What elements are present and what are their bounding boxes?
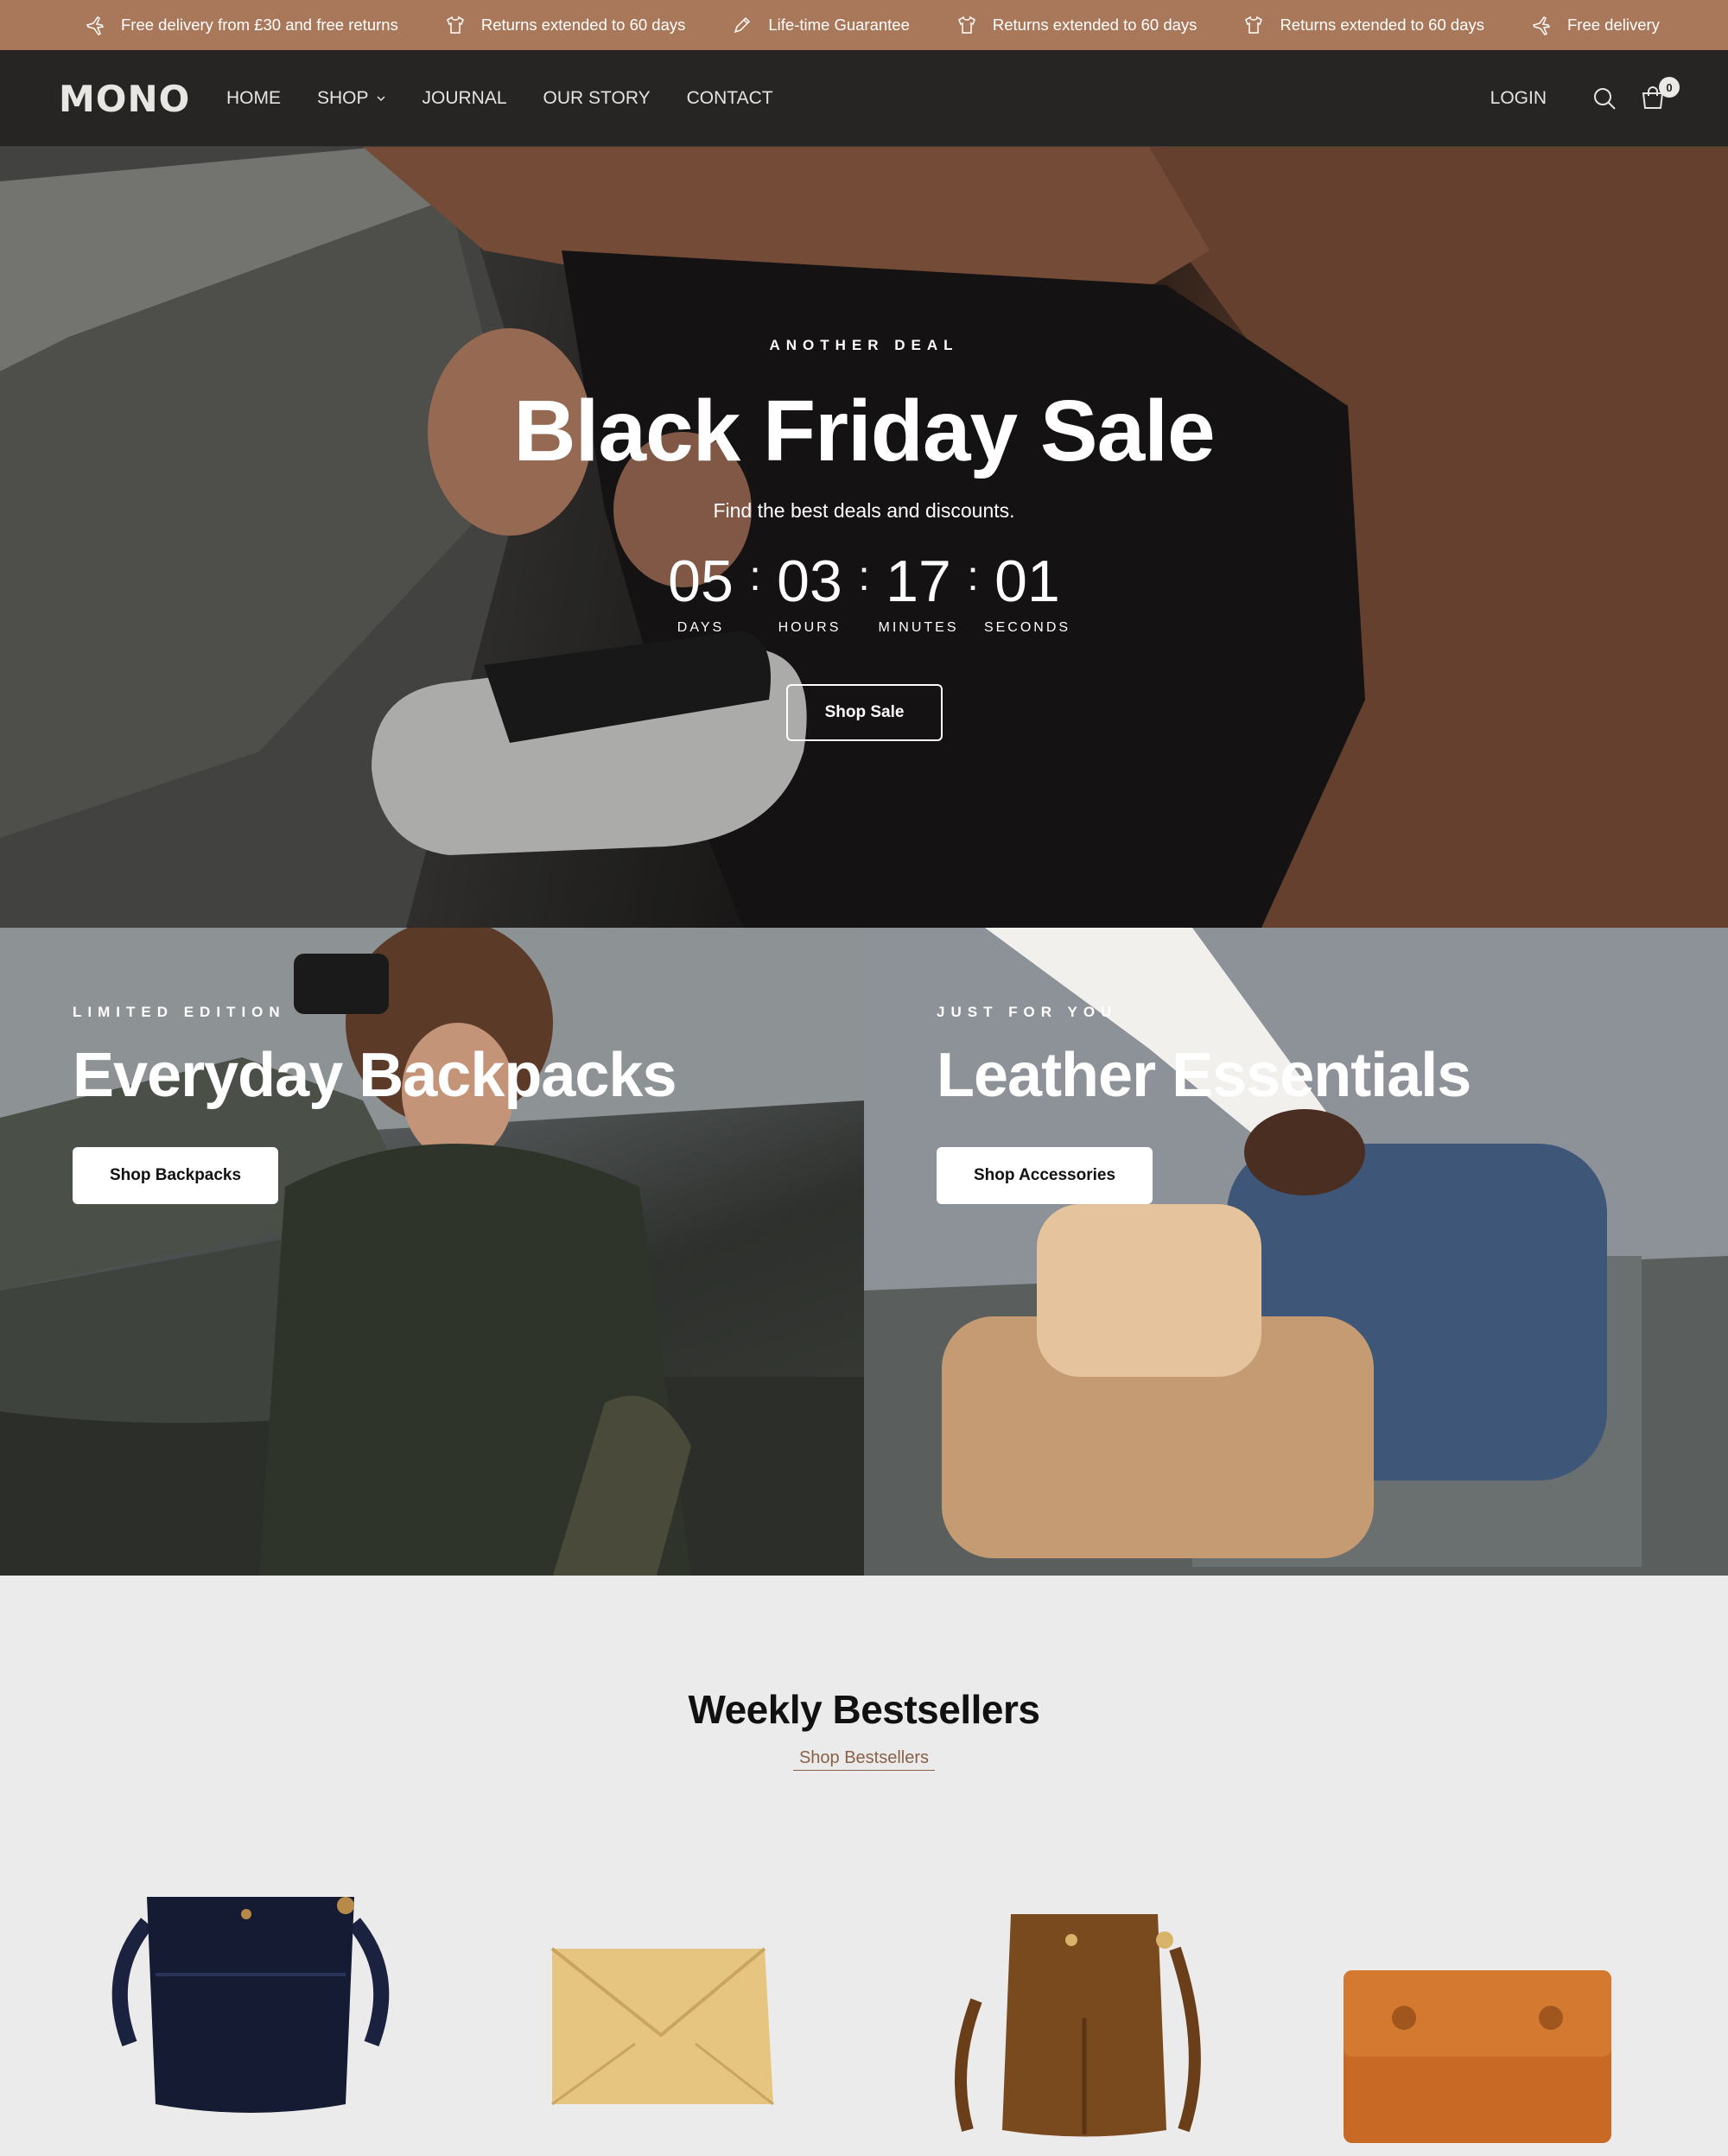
announcement-item: Returns extended to 60 days	[445, 15, 686, 35]
countdown-days-label: DAYS	[677, 620, 725, 635]
product-card[interactable]	[1309, 1845, 1672, 2156]
announcement-text: Free delivery	[1566, 16, 1660, 34]
pen-icon	[734, 16, 751, 34]
shop-bestsellers-link[interactable]: Shop Bestsellers	[793, 1748, 935, 1771]
hero-kicker: ANOTHER DEAL	[769, 337, 959, 353]
announcement-item: Life-time Guarantee	[732, 15, 910, 35]
announcement-text: Returns extended to 60 days	[992, 16, 1198, 34]
site-header: MONO HOME SHOP JOURNAL OUR STORY CONTACT…	[0, 50, 1728, 147]
nav-our-story[interactable]: OUR STORY	[543, 88, 651, 109]
promo-kicker: JUST FOR YOU	[937, 1004, 1118, 1020]
main-nav: HOME SHOP JOURNAL OUR STORY CONTACT	[226, 50, 810, 147]
announcement-bar: Free delivery from £30 and free returns …	[0, 0, 1728, 50]
shirt-icon	[446, 16, 464, 34]
login-link[interactable]: LOGIN	[1490, 88, 1547, 109]
nav-home-label: HOME	[226, 88, 281, 108]
countdown-timer: 05 DAYS : 03 HOURS : 17 MINUTES : 01 SEC…	[0, 551, 1728, 636]
nav-contact[interactable]: CONTACT	[687, 88, 773, 109]
announcement-item: Free delivery from £30 and free returns	[85, 15, 398, 35]
leather-essentials-image	[864, 928, 1728, 1576]
nav-shop[interactable]: SHOP	[317, 88, 386, 109]
countdown-seconds: 01 SECONDS	[979, 551, 1076, 636]
announcement-text: Returns extended to 60 days	[1280, 16, 1484, 34]
nav-journal-label: JOURNAL	[422, 88, 507, 108]
product-image	[111, 1897, 390, 2113]
promo-title: Everyday Backpacks	[73, 1041, 677, 1110]
countdown-separator: :	[858, 554, 870, 599]
nav-contact-label: CONTACT	[686, 88, 773, 108]
hero-title: Black Friday Sale	[513, 383, 1215, 479]
shop-accessories-button[interactable]: Shop Accessories	[937, 1147, 1153, 1204]
cart-button[interactable]: 0	[1638, 77, 1680, 113]
countdown-minutes-value: 17	[886, 549, 951, 614]
countdown-seconds-label: SECONDS	[983, 620, 1071, 635]
shop-sale-button[interactable]: Shop Sale	[786, 684, 943, 741]
shirt-icon	[957, 16, 975, 34]
product-image	[955, 1914, 1201, 2137]
countdown-hours-value: 03	[777, 549, 842, 614]
nav-shop-label: SHOP	[317, 88, 369, 108]
promo-tile-leather[interactable]: JUST FOR YOU Leather Essentials Shop Acc…	[864, 928, 1728, 1576]
chevron-down-icon	[376, 96, 385, 102]
countdown-hours-label: HOURS	[778, 620, 842, 635]
plane-icon	[86, 16, 105, 35]
promo-kicker: LIMITED EDITION	[73, 1004, 286, 1020]
section-title: Weekly Bestsellers	[688, 1687, 1040, 1732]
plane-icon	[1532, 16, 1551, 35]
bestsellers-section: Weekly Bestsellers Shop Bestsellers	[0, 1576, 1728, 2156]
countdown-separator: :	[749, 554, 761, 599]
announcement-item: Free delivery	[1531, 15, 1660, 35]
countdown-separator: :	[967, 554, 979, 599]
product-card[interactable]	[69, 1845, 432, 2156]
logo-text: MONO	[59, 77, 191, 120]
shirt-icon	[1245, 16, 1263, 34]
countdown-minutes-label: MINUTES	[878, 620, 959, 635]
countdown-minutes: 17 MINUTES	[870, 551, 967, 636]
countdown-days: 05 DAYS	[652, 551, 749, 636]
announcement-text: Free delivery from £30 and free returns	[121, 16, 398, 34]
product-card[interactable]	[899, 1845, 1261, 2156]
backpacks-image	[0, 928, 864, 1576]
nav-journal[interactable]: JOURNAL	[422, 88, 507, 109]
shop-backpacks-button[interactable]: Shop Backpacks	[73, 1147, 279, 1204]
product-image	[1344, 1970, 1611, 2143]
product-card[interactable]	[480, 1845, 842, 2156]
promo-tile-backpacks[interactable]: LIMITED EDITION Everyday Backpacks Shop …	[0, 928, 864, 1576]
nav-our-story-label: OUR STORY	[543, 88, 651, 108]
announcement-item: Returns extended to 60 days	[1243, 15, 1484, 35]
search-icon	[1594, 88, 1616, 110]
announcement-item: Returns extended to 60 days	[956, 15, 1198, 35]
nav-home[interactable]: HOME	[226, 88, 281, 109]
hero-subtitle: Find the best deals and discounts.	[713, 499, 1015, 522]
hero-banner: ANOTHER DEAL Black Friday Sale Find the …	[0, 147, 1728, 928]
promo-title: Leather Essentials	[937, 1041, 1471, 1110]
logo[interactable]: MONO	[59, 78, 190, 120]
countdown-hours: 03 HOURS	[761, 551, 858, 636]
header-actions: LOGIN 0	[1490, 50, 1680, 147]
hero-content: ANOTHER DEAL Black Friday Sale Find the …	[0, 147, 1728, 928]
product-image	[550, 1947, 774, 2106]
announcement-text: Life-time Guarantee	[768, 16, 910, 34]
countdown-seconds-value: 01	[994, 549, 1060, 614]
cart-count-badge: 0	[1659, 77, 1680, 98]
announcement-text: Returns extended to 60 days	[480, 16, 686, 34]
search-button[interactable]	[1590, 84, 1619, 113]
countdown-days-value: 05	[668, 549, 734, 614]
